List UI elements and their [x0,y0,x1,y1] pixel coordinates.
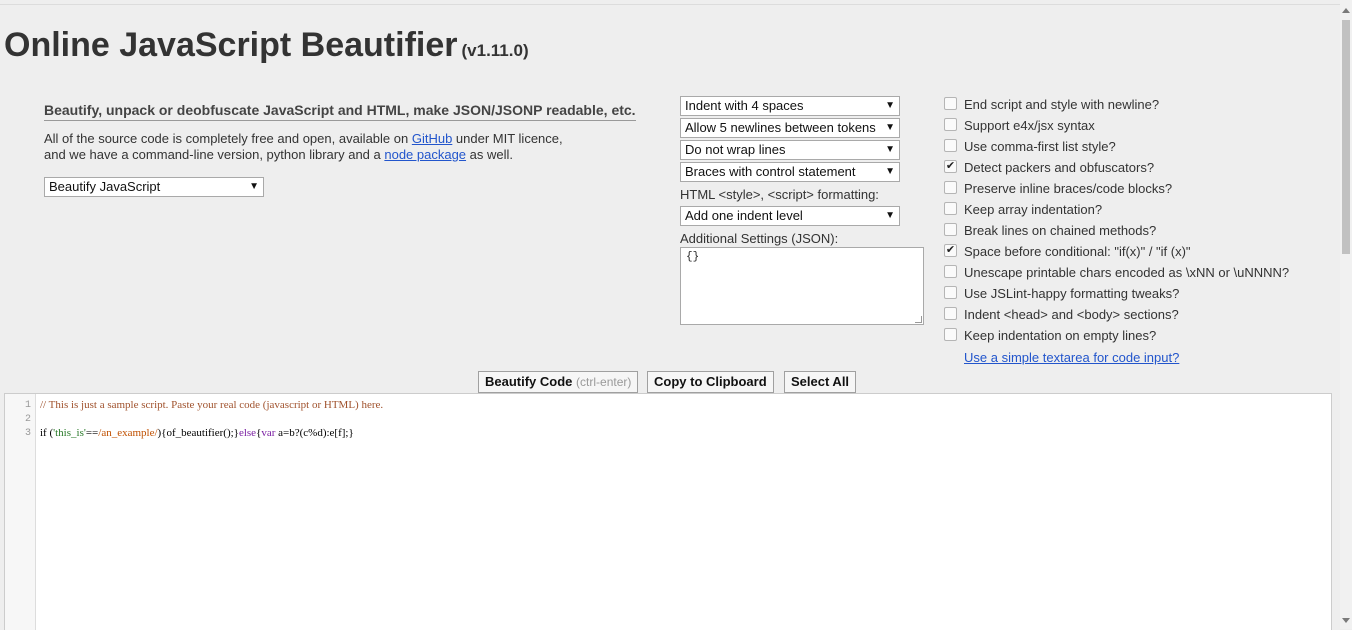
chevron-down-icon: ▼ [885,100,895,111]
option-label: Use JSLint-happy formatting tweaks? [964,286,1180,301]
tagline: Beautify, unpack or deobfuscate JavaScri… [44,102,636,121]
chevron-down-icon: ▼ [885,144,895,155]
additional-settings-label: Additional Settings (JSON): [680,231,839,246]
intro-line-1-pre: All of the source code is completely fre… [44,131,412,146]
node-package-link[interactable]: node package [384,147,466,162]
checkbox[interactable] [944,286,957,299]
resize-grip-icon[interactable] [915,316,922,323]
copy-to-clipboard-button[interactable]: Copy to Clipboard [647,371,774,393]
code-token-string: 'this_is' [53,427,86,439]
option-label: Keep indentation on empty lines? [964,328,1157,343]
braces-select[interactable]: Braces with control statement ▼ [680,162,900,182]
chevron-down-icon: ▼ [885,122,895,133]
beautify-button[interactable]: Beautify Code (ctrl-enter) [478,371,639,393]
code-token: if ( [40,427,54,439]
checkbox[interactable] [944,328,957,341]
line-number-gutter: 1 2 3 [5,394,36,630]
intro-line-1: All of the source code is completely fre… [44,131,563,147]
checkbox-checked[interactable]: ✔ [944,160,957,173]
intro-line-2-pre: and we have a command-line version, pyth… [44,147,385,162]
code-token-keyword: var [261,427,276,439]
scroll-up-arrow-icon[interactable] [1342,8,1350,13]
additional-settings-value: {} [686,251,700,263]
html-formatting-label: HTML <style>, <script> formatting: [680,187,879,202]
option-label: Space before conditional: "if(x)" / "if … [964,244,1191,259]
option-label: Preserve inline braces/code blocks? [964,181,1173,196]
chevron-down-icon: ▼ [885,210,895,221]
top-divider [0,4,1340,5]
line-number: 3 [24,428,31,439]
option-label: End script and style with newline? [964,97,1160,112]
code-token: == [85,427,99,439]
html-formatting-select[interactable]: Add one indent level ▼ [680,206,900,226]
select-all-button[interactable]: Select All [784,371,857,393]
language-select[interactable]: Beautify JavaScript ▼ [44,177,264,197]
wrap-select[interactable]: Do not wrap lines ▼ [680,140,900,160]
option-label: Support e4x/jsx syntax [964,118,1095,133]
checkbox[interactable] [944,118,957,131]
vertical-scrollbar[interactable] [1340,0,1352,629]
scroll-down-arrow-icon[interactable] [1342,618,1350,623]
newlines-select[interactable]: Allow 5 newlines between tokens ▼ [680,118,900,138]
code-token-keyword: else [238,427,257,439]
indent-select[interactable]: Indent with 4 spaces ▼ [680,96,900,116]
chevron-down-icon: ▼ [249,181,259,192]
beautify-button-label: Beautify Code [485,374,573,389]
code-token-regex: /an_example/ [98,427,158,439]
version-label: (v1.11.0) [461,41,529,60]
intro-text: All of the source code is completely fre… [44,131,563,163]
option-label: Detect packers and obfuscators? [964,160,1155,175]
checkbox[interactable] [944,202,957,215]
github-link[interactable]: GitHub [412,131,452,146]
line-number: 1 [24,400,31,411]
line-number: 2 [24,414,31,425]
beautify-shortcut-hint: (ctrl-enter) [576,375,632,389]
page-title: Online JavaScript Beautifier (v1.11.0) [4,26,529,65]
indent-select-value: Indent with 4 spaces [685,98,804,113]
checkbox-checked[interactable]: ✔ [944,244,957,257]
option-label: Indent <head> and <body> sections? [964,307,1179,322]
option-label: Use comma-first list style? [964,139,1116,154]
option-label: Keep array indentation? [964,202,1103,217]
checkbox[interactable] [944,223,957,236]
page-title-text: Online JavaScript Beautifier [4,26,458,64]
braces-select-value: Braces with control statement [685,164,856,179]
intro-line-2-post: as well. [466,147,514,162]
intro-line-2: and we have a command-line version, pyth… [44,147,563,163]
scroll-thumb[interactable] [1342,20,1350,254]
simple-textarea-link[interactable]: Use a simple textarea for code input? [964,350,1179,365]
code-token: ){of_beautifier();} [157,427,239,439]
checkbox[interactable] [944,265,957,278]
checkbox[interactable] [944,181,957,194]
option-label: Unescape printable chars encoded as \xNN… [964,265,1290,280]
additional-settings-input[interactable]: {} [680,247,924,325]
intro-line-1-post: under MIT licence, [452,131,563,146]
checkbox[interactable] [944,139,957,152]
language-select-value: Beautify JavaScript [49,179,161,194]
option-label: Break lines on chained methods? [964,223,1157,238]
checkbox[interactable] [944,307,957,320]
newlines-select-value: Allow 5 newlines between tokens [685,120,876,135]
code-line-1: // This is just a sample script. Paste y… [40,399,384,411]
code-token: a=b?(c%d):e[f];} [275,427,354,439]
chevron-down-icon: ▼ [885,166,895,177]
checkbox[interactable] [944,97,957,110]
code-line-3: if ('this_is'==/an_example/){of_beautifi… [40,427,354,439]
wrap-select-value: Do not wrap lines [685,142,786,157]
html-formatting-select-value: Add one indent level [685,208,803,223]
code-editor[interactable]: 1 2 3 // This is just a sample script. P… [4,393,1332,630]
